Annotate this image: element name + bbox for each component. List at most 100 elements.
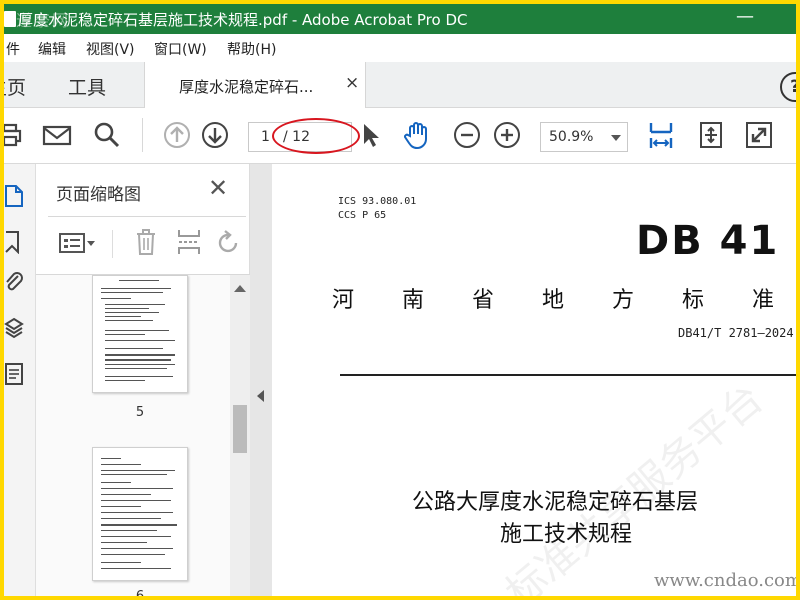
fit-width-icon[interactable] — [646, 120, 676, 150]
document-title-line2: 施工技术规程 — [500, 522, 633, 547]
thumb-text — [101, 506, 141, 507]
thumb-text — [101, 494, 151, 495]
rotate-icon[interactable] — [216, 230, 242, 256]
thumb-text — [105, 368, 167, 369]
ccs-code: CCS P 65 — [338, 210, 387, 221]
menu-window[interactable]: 窗口(W) — [154, 39, 207, 59]
site-url-watermark: www.cndao.com — [654, 570, 796, 591]
thumbnail-page-number: 5 — [135, 405, 145, 420]
close-pane-button[interactable]: ✕ — [208, 174, 228, 202]
trash-icon[interactable] — [134, 228, 158, 256]
thumbnails-pane: 页面缩略图 ✕ 5 — [36, 164, 250, 596]
thumb-text — [101, 288, 171, 289]
thumb-text — [101, 458, 121, 459]
options-menu-icon[interactable] — [58, 232, 98, 254]
thumb-text — [101, 568, 171, 569]
standard-number: DB41/T 2781—2024 — [678, 326, 794, 340]
thumb-text — [105, 364, 175, 365]
help-icon[interactable]: ? — [780, 72, 796, 102]
zoom-in-icon[interactable] — [492, 120, 522, 150]
scroll-mode-icon[interactable] — [696, 120, 726, 150]
content-icon[interactable] — [4, 362, 24, 386]
pane-title: 页面缩略图 — [56, 185, 141, 205]
thumb-text — [105, 354, 175, 356]
thumb-text — [101, 548, 173, 549]
zoom-out-icon[interactable] — [452, 120, 482, 150]
fullscreen-icon[interactable] — [744, 120, 774, 150]
next-page-icon[interactable] — [200, 120, 230, 150]
thumbnail-page-5[interactable] — [92, 275, 188, 393]
document-title-line1: 公路大厚度水泥稳定碎石基层 — [412, 490, 699, 515]
divider — [112, 230, 113, 258]
hand-tool-icon[interactable] — [402, 120, 432, 150]
thumbnail-page-6[interactable] — [92, 447, 188, 581]
left-rail — [4, 164, 36, 596]
search-icon[interactable] — [92, 120, 122, 150]
tab-home[interactable]: 主页 — [4, 73, 26, 100]
thumb-text — [101, 474, 167, 475]
select-cursor-icon[interactable] — [356, 120, 386, 150]
layers-icon[interactable] — [4, 316, 24, 340]
thumb-text — [101, 470, 175, 471]
scroll-thumb[interactable] — [233, 405, 247, 453]
thumb-text — [105, 304, 165, 305]
thumb-text — [101, 536, 171, 537]
print-icon[interactable] — [4, 120, 26, 150]
toolbar: 1 / 12 50.9% — [4, 108, 796, 164]
thumb-text — [101, 518, 161, 519]
document-view[interactable]: 标准共享服务平台 ICS 93.080.01 CCS P 65 DB 41 河南… — [272, 164, 796, 596]
thumb-text — [101, 500, 171, 501]
menu-help[interactable]: 帮助(H) — [227, 39, 276, 59]
ics-code: ICS 93.080.01 — [338, 196, 417, 207]
db-logo: DB 41 — [636, 218, 780, 264]
tab-document-label: 厚度水泥稳定碎石... — [179, 78, 314, 96]
collapse-arrow-icon[interactable] — [257, 390, 264, 402]
chevron-down-icon — [611, 135, 621, 141]
thumb-text — [105, 380, 145, 381]
pdf-file-icon — [4, 11, 16, 27]
page-thumbnails-icon[interactable] — [4, 184, 24, 208]
red-annotation-circle — [272, 118, 360, 154]
bookmark-icon[interactable] — [4, 230, 24, 254]
toolbar-separator — [142, 118, 143, 152]
thumb-text — [105, 340, 175, 341]
zoom-dropdown[interactable]: 50.9% — [540, 122, 628, 152]
thumb-text — [101, 482, 131, 483]
divider — [48, 216, 246, 217]
prev-page-icon[interactable] — [162, 120, 192, 150]
province-heading: 河南省地方标准 — [332, 288, 796, 313]
tab-tools[interactable]: 工具 — [68, 73, 106, 100]
thumb-text — [101, 488, 173, 489]
menu-edit[interactable]: 编辑 — [38, 39, 66, 59]
menu-view[interactable]: 视图(V) — [86, 39, 135, 59]
document-watermark: 标准共享服务平台 — [497, 375, 772, 596]
thumb-text — [101, 298, 131, 299]
title-bar: 厚度水泥稳定碎石基层施工技术规程.pdf - Adobe Acrobat Pro… — [4, 4, 796, 34]
thumb-text — [101, 530, 157, 531]
thumb-text — [105, 348, 163, 349]
pane-splitter[interactable] — [250, 164, 272, 596]
tab-document[interactable]: 厚度水泥稳定碎石... × — [144, 62, 366, 108]
pane-toolbar — [36, 224, 250, 260]
thumb-text — [105, 334, 145, 335]
thumbnail-list: 5 6 — [36, 275, 250, 596]
thumb-text — [105, 320, 153, 321]
thumb-text — [101, 292, 163, 293]
thumbnail-page-number: 6 — [130, 589, 150, 596]
acrobat-window: 厚度水泥稳定碎石基层施工技术规程.pdf - Adobe Acrobat Pro… — [4, 4, 796, 596]
thumbnail-scrollbar[interactable] — [230, 275, 250, 596]
tab-bar: 主页 工具 厚度水泥稳定碎石... × ? — [4, 62, 796, 108]
horizontal-rule — [340, 374, 796, 376]
attachment-icon[interactable] — [4, 270, 24, 294]
thumb-text — [101, 554, 165, 555]
window-title: 厚度水泥稳定碎石基层施工技术规程.pdf - Adobe Acrobat Pro… — [18, 11, 468, 29]
minimize-button[interactable]: — — [736, 6, 754, 27]
close-tab-button[interactable]: × — [345, 73, 359, 93]
thumb-text — [105, 330, 169, 331]
thumb-text — [101, 512, 173, 513]
thumb-text — [105, 316, 141, 317]
email-icon[interactable] — [42, 120, 72, 150]
menu-file[interactable]: 件 — [6, 39, 20, 59]
scroll-up-arrow-icon[interactable] — [234, 285, 246, 292]
insert-page-icon[interactable] — [176, 228, 202, 256]
